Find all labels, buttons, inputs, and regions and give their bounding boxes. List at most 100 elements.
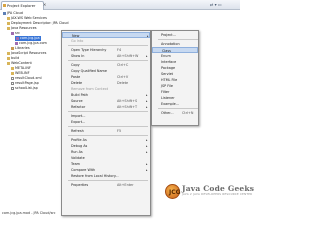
project-explorer-icon xyxy=(3,4,6,7)
menu-item-shortcut: F5 xyxy=(117,129,122,133)
menu-item-label: Copy xyxy=(71,63,80,67)
menu-separator xyxy=(68,45,148,46)
menu-item-shortcut: Alt+Shift+T xyxy=(117,105,138,109)
menu-item-label: Remove from Context xyxy=(71,87,109,91)
menu-item-label: Export... xyxy=(71,120,86,124)
close-icon[interactable]: ✕ xyxy=(43,2,46,7)
menu-item-label: Filter xyxy=(161,90,170,94)
menu-item-restore-from-local-history[interactable]: Restore from Local History... xyxy=(62,173,150,179)
menu-item-label: Build Path xyxy=(71,93,89,97)
tree-item-label: build xyxy=(11,56,20,60)
menu-item-other[interactable]: Other... Ctrl+N xyxy=(152,110,198,116)
menu-item-label: Compare With xyxy=(71,168,96,172)
library-icon xyxy=(11,46,14,50)
menu-separator xyxy=(158,108,198,109)
status-text: com.jcg.jpa.mod - JPA Cloud/src xyxy=(2,211,56,215)
menu-item-label: Servlet xyxy=(161,72,173,76)
menu-item-label: Delete xyxy=(71,81,83,85)
menu-item-show-in[interactable]: Show In Alt+Shift+W ▸ xyxy=(62,53,150,59)
menu-item-label: Annotation xyxy=(161,42,180,46)
package-icon xyxy=(15,41,18,45)
folder-icon xyxy=(7,26,10,30)
menu-item-label: Show In xyxy=(71,54,85,58)
menu-item-label: Properties xyxy=(71,183,89,187)
menu-item-refresh[interactable]: Refresh F5 xyxy=(62,128,150,134)
folder-icon xyxy=(11,71,14,75)
tree-item[interactable]: schoolList.jsp xyxy=(11,86,38,91)
tree-item-label: WebContent xyxy=(11,61,32,65)
menu-separator xyxy=(68,111,148,112)
menu-item-label: Debug As xyxy=(71,144,88,148)
menu-separator xyxy=(158,39,198,40)
tree-item-label: Libraries xyxy=(15,46,30,50)
menu-item-go-into: Go Into xyxy=(62,38,150,44)
project-explorer-header: Project Explorer ✕ ⇄ ▾ ▭ xyxy=(0,0,240,10)
menu-item-label: Import... xyxy=(71,114,86,118)
menu-item-label: Open Type Hierarchy xyxy=(71,48,107,52)
menu-item-example[interactable]: Example... xyxy=(152,101,198,107)
tree-item-label: Deployment Descriptor: JPA Cloud xyxy=(11,21,69,25)
menu-item-label: Example... xyxy=(161,102,179,106)
folder-icon xyxy=(7,16,10,20)
tree-item-label: src xyxy=(15,31,20,35)
tab-label: Project Explorer xyxy=(7,4,36,8)
menu-item-label: Refactor xyxy=(71,105,86,109)
menu-item-export[interactable]: Export... xyxy=(62,119,150,125)
menu-item-properties[interactable]: Properties Alt+Enter xyxy=(62,182,150,188)
watermark-title: Java Code Geeks xyxy=(182,184,255,193)
folder-icon xyxy=(7,61,10,65)
watermark: JCG Java Code Geeks JAVA 2 JAVA DEVELOPE… xyxy=(165,183,254,200)
package-icon xyxy=(16,36,19,40)
folder-icon xyxy=(7,51,10,55)
menu-separator xyxy=(68,60,148,61)
menu-item-label: Restore from Local History... xyxy=(71,174,119,178)
tree-item-label: JavaScript Resources xyxy=(11,51,47,55)
menu-item-label: Enum xyxy=(161,54,171,58)
menu-item-label: Paste xyxy=(71,75,81,79)
menu-separator xyxy=(68,135,148,136)
menu-item-refactor[interactable]: Refactor Alt+Shift+T ▸ xyxy=(62,104,150,110)
tree-item-label: schoolList.jsp xyxy=(15,86,38,90)
jcg-logo: JCG xyxy=(165,184,181,199)
project-icon xyxy=(3,11,6,15)
submenu-arrow-icon: ▸ xyxy=(146,105,148,109)
menu-item-label: Go Into xyxy=(71,39,84,43)
menu-separator xyxy=(68,126,148,127)
menu-item-label: Listener xyxy=(161,96,175,100)
file-icon xyxy=(11,76,14,80)
tree-item-label: com.jcg.jpa.com xyxy=(19,41,47,45)
logo-text: JCG xyxy=(169,189,181,196)
view-toolbar-icons[interactable]: ⇄ ▾ ▭ xyxy=(210,2,222,7)
tree-item-label: JPA Cloud xyxy=(7,11,23,15)
menu-item-label: Copy Qualified Name xyxy=(71,69,107,73)
folder-icon xyxy=(7,21,10,25)
tree-item-label: WEB-INF xyxy=(15,71,30,75)
menu-item-label: Validate xyxy=(71,156,85,160)
tree-item-label: Java Resources xyxy=(11,26,37,30)
menu-separator xyxy=(68,180,148,181)
menu-item-label: Refresh xyxy=(71,129,84,133)
file-icon xyxy=(11,86,14,90)
tree-item-label: resultPage.jsp xyxy=(15,81,39,85)
menu-item-label: Package xyxy=(161,66,176,70)
folder-icon xyxy=(11,66,14,70)
folder-icon xyxy=(7,56,10,60)
menu-item-shortcut: Ctrl+N xyxy=(182,111,194,115)
menu-item-label: Team xyxy=(71,162,80,166)
watermark-subtitle: JAVA 2 JAVA DEVELOPERS RESOURCE CENTER xyxy=(182,193,253,196)
menu-item-label: HTML File xyxy=(161,78,178,82)
file-icon xyxy=(11,81,14,85)
submenu-arrow-icon: ▸ xyxy=(146,54,148,58)
tree-item-label: JAX-WS Web Services xyxy=(11,16,47,20)
menu-item-label: Run As xyxy=(71,150,83,154)
menu-item-shortcut: Alt+Enter xyxy=(117,183,134,187)
tree-item-label: resultCloud.xml xyxy=(15,76,42,80)
menu-item-project[interactable]: Project... xyxy=(152,32,198,38)
menu-item-shortcut: Alt+Shift+W xyxy=(117,54,139,58)
menu-item-label: Profile As xyxy=(71,138,87,142)
menu-item-label: Interface xyxy=(161,60,177,64)
menu-item-label: Source xyxy=(71,99,83,103)
tab-project-explorer[interactable]: Project Explorer xyxy=(1,1,44,10)
context-menu: New ▸ Go Into Open Type Hierarchy F4 Show In A… xyxy=(61,30,151,216)
menu-item-label: Project... xyxy=(161,33,176,37)
